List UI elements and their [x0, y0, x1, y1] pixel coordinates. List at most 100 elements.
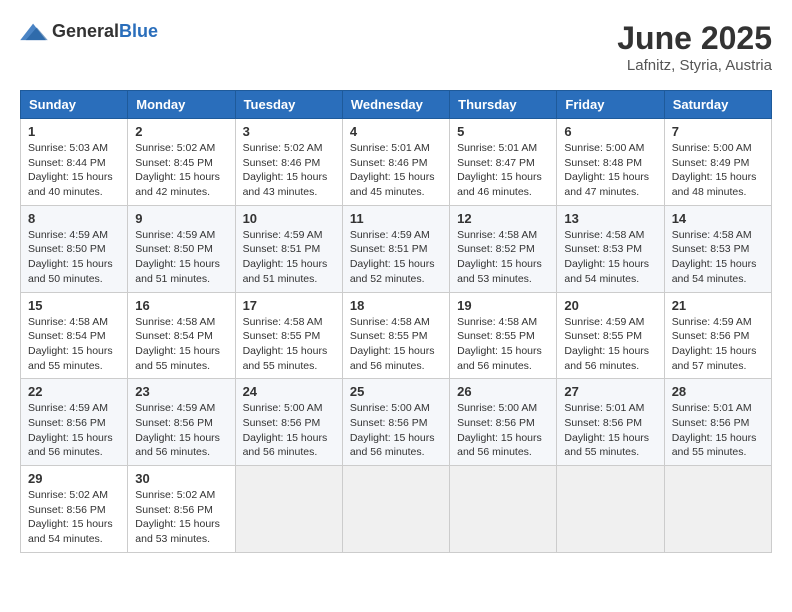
logo-blue: Blue: [119, 21, 158, 41]
day-info: Sunrise: 5:00 AMSunset: 8:56 PMDaylight:…: [350, 401, 442, 460]
calendar-cell: 24 Sunrise: 5:00 AMSunset: 8:56 PMDayligh…: [235, 379, 342, 466]
day-number: 24: [243, 384, 335, 399]
calendar-cell: 9 Sunrise: 4:59 AMSunset: 8:50 PMDaylight…: [128, 205, 235, 292]
day-info: Sunrise: 5:02 AMSunset: 8:56 PMDaylight:…: [28, 488, 120, 547]
day-number: 16: [135, 298, 227, 313]
calendar-cell: 16 Sunrise: 4:58 AMSunset: 8:54 PMDayligh…: [128, 292, 235, 379]
calendar-cell: 13 Sunrise: 4:58 AMSunset: 8:53 PMDayligh…: [557, 205, 664, 292]
weekday-header-tuesday: Tuesday: [235, 91, 342, 119]
logo: GeneralBlue: [20, 20, 158, 42]
calendar-week-row-3: 15 Sunrise: 4:58 AMSunset: 8:54 PMDayligh…: [21, 292, 772, 379]
day-info: Sunrise: 5:03 AMSunset: 8:44 PMDaylight:…: [28, 141, 120, 200]
calendar-cell: 27 Sunrise: 5:01 AMSunset: 8:56 PMDayligh…: [557, 379, 664, 466]
calendar-cell: [235, 466, 342, 553]
calendar-cell: 25 Sunrise: 5:00 AMSunset: 8:56 PMDayligh…: [342, 379, 449, 466]
calendar-week-row-5: 29 Sunrise: 5:02 AMSunset: 8:56 PMDayligh…: [21, 466, 772, 553]
day-info: Sunrise: 4:58 AMSunset: 8:55 PMDaylight:…: [243, 315, 335, 374]
calendar-cell: [664, 466, 771, 553]
day-info: Sunrise: 4:58 AMSunset: 8:55 PMDaylight:…: [350, 315, 442, 374]
day-info: Sunrise: 4:59 AMSunset: 8:56 PMDaylight:…: [28, 401, 120, 460]
day-number: 22: [28, 384, 120, 399]
day-info: Sunrise: 4:58 AMSunset: 8:55 PMDaylight:…: [457, 315, 549, 374]
day-number: 19: [457, 298, 549, 313]
calendar-cell: 2 Sunrise: 5:02 AMSunset: 8:45 PMDaylight…: [128, 119, 235, 206]
day-number: 6: [564, 124, 656, 139]
calendar-cell: 23 Sunrise: 4:59 AMSunset: 8:56 PMDayligh…: [128, 379, 235, 466]
day-number: 25: [350, 384, 442, 399]
calendar-cell: 8Sunrise: 4:59 AMSunset: 8:50 PMDaylight…: [21, 205, 128, 292]
day-number: 3: [243, 124, 335, 139]
day-number: 4: [350, 124, 442, 139]
day-info: Sunrise: 4:59 AMSunset: 8:51 PMDaylight:…: [350, 228, 442, 287]
day-info: Sunrise: 4:59 AMSunset: 8:51 PMDaylight:…: [243, 228, 335, 287]
calendar-cell: [342, 466, 449, 553]
day-number: 1: [28, 124, 120, 139]
calendar-cell: 6Sunrise: 5:00 AMSunset: 8:48 PMDaylight…: [557, 119, 664, 206]
day-number: 15: [28, 298, 120, 313]
day-number: 13: [564, 211, 656, 226]
day-number: 14: [672, 211, 764, 226]
weekday-header-monday: Monday: [128, 91, 235, 119]
day-number: 28: [672, 384, 764, 399]
day-number: 5: [457, 124, 549, 139]
calendar-cell: 19 Sunrise: 4:58 AMSunset: 8:55 PMDayligh…: [450, 292, 557, 379]
day-info: Sunrise: 5:02 AMSunset: 8:45 PMDaylight:…: [135, 141, 227, 200]
calendar-cell: 3 Sunrise: 5:02 AMSunset: 8:46 PMDaylight…: [235, 119, 342, 206]
day-number: 10: [243, 211, 335, 226]
weekday-header-saturday: Saturday: [664, 91, 771, 119]
day-info: Sunrise: 5:00 AMSunset: 8:56 PMDaylight:…: [243, 401, 335, 460]
calendar-cell: 28 Sunrise: 5:01 AMSunset: 8:56 PMDayligh…: [664, 379, 771, 466]
location-subtitle: Lafnitz, Styria, Austria: [617, 57, 772, 74]
calendar-cell: 17 Sunrise: 4:58 AMSunset: 8:55 PMDayligh…: [235, 292, 342, 379]
calendar-cell: 4Sunrise: 5:01 AMSunset: 8:46 PMDaylight…: [342, 119, 449, 206]
calendar-table: SundayMondayTuesdayWednesdayThursdayFrid…: [20, 90, 772, 553]
day-number: 2: [135, 124, 227, 139]
day-number: 20: [564, 298, 656, 313]
weekday-header-friday: Friday: [557, 91, 664, 119]
day-info: Sunrise: 4:58 AMSunset: 8:53 PMDaylight:…: [564, 228, 656, 287]
title-section: June 2025 Lafnitz, Styria, Austria: [617, 20, 772, 74]
day-info: Sunrise: 5:01 AMSunset: 8:56 PMDaylight:…: [672, 401, 764, 460]
calendar-cell: 14 Sunrise: 4:58 AMSunset: 8:53 PMDayligh…: [664, 205, 771, 292]
day-info: Sunrise: 5:00 AMSunset: 8:49 PMDaylight:…: [672, 141, 764, 200]
day-info: Sunrise: 4:58 AMSunset: 8:54 PMDaylight:…: [135, 315, 227, 374]
calendar-week-row-4: 22 Sunrise: 4:59 AMSunset: 8:56 PMDayligh…: [21, 379, 772, 466]
page-header: GeneralBlue June 2025 Lafnitz, Styria, A…: [20, 20, 772, 74]
day-number: 27: [564, 384, 656, 399]
day-number: 17: [243, 298, 335, 313]
calendar-cell: 29 Sunrise: 5:02 AMSunset: 8:56 PMDayligh…: [21, 466, 128, 553]
day-info: Sunrise: 5:00 AMSunset: 8:56 PMDaylight:…: [457, 401, 549, 460]
calendar-cell: 1 Sunrise: 5:03 AMSunset: 8:44 PMDaylight…: [21, 119, 128, 206]
month-year-title: June 2025: [617, 20, 772, 57]
day-info: Sunrise: 4:59 AMSunset: 8:56 PMDaylight:…: [135, 401, 227, 460]
day-number: 8: [28, 211, 120, 226]
day-number: 23: [135, 384, 227, 399]
day-number: 30: [135, 471, 227, 486]
day-number: 26: [457, 384, 549, 399]
calendar-week-row-1: 1 Sunrise: 5:03 AMSunset: 8:44 PMDaylight…: [21, 119, 772, 206]
day-info: Sunrise: 4:59 AMSunset: 8:56 PMDaylight:…: [672, 315, 764, 374]
calendar-cell: 21Sunrise: 4:59 AMSunset: 8:56 PMDayligh…: [664, 292, 771, 379]
day-number: 7: [672, 124, 764, 139]
calendar-cell: 10 Sunrise: 4:59 AMSunset: 8:51 PMDayligh…: [235, 205, 342, 292]
calendar-cell: 12Sunrise: 4:58 AMSunset: 8:52 PMDayligh…: [450, 205, 557, 292]
weekday-header-row: SundayMondayTuesdayWednesdayThursdayFrid…: [21, 91, 772, 119]
calendar-cell: 30Sunrise: 5:02 AMSunset: 8:56 PMDayligh…: [128, 466, 235, 553]
calendar-cell: 18Sunrise: 4:58 AMSunset: 8:55 PMDayligh…: [342, 292, 449, 379]
day-number: 9: [135, 211, 227, 226]
logo-general: General: [52, 21, 119, 41]
day-info: Sunrise: 5:02 AMSunset: 8:46 PMDaylight:…: [243, 141, 335, 200]
calendar-cell: 22 Sunrise: 4:59 AMSunset: 8:56 PMDayligh…: [21, 379, 128, 466]
day-info: Sunrise: 5:01 AMSunset: 8:47 PMDaylight:…: [457, 141, 549, 200]
weekday-header-wednesday: Wednesday: [342, 91, 449, 119]
day-info: Sunrise: 4:59 AMSunset: 8:50 PMDaylight:…: [135, 228, 227, 287]
day-number: 29: [28, 471, 120, 486]
calendar-cell: 15Sunrise: 4:58 AMSunset: 8:54 PMDayligh…: [21, 292, 128, 379]
day-info: Sunrise: 4:59 AMSunset: 8:55 PMDaylight:…: [564, 315, 656, 374]
day-info: Sunrise: 4:58 AMSunset: 8:52 PMDaylight:…: [457, 228, 549, 287]
day-info: Sunrise: 5:01 AMSunset: 8:56 PMDaylight:…: [564, 401, 656, 460]
day-info: Sunrise: 4:58 AMSunset: 8:53 PMDaylight:…: [672, 228, 764, 287]
calendar-cell: 20 Sunrise: 4:59 AMSunset: 8:55 PMDayligh…: [557, 292, 664, 379]
calendar-cell: 5 Sunrise: 5:01 AMSunset: 8:47 PMDaylight…: [450, 119, 557, 206]
day-number: 11: [350, 211, 442, 226]
